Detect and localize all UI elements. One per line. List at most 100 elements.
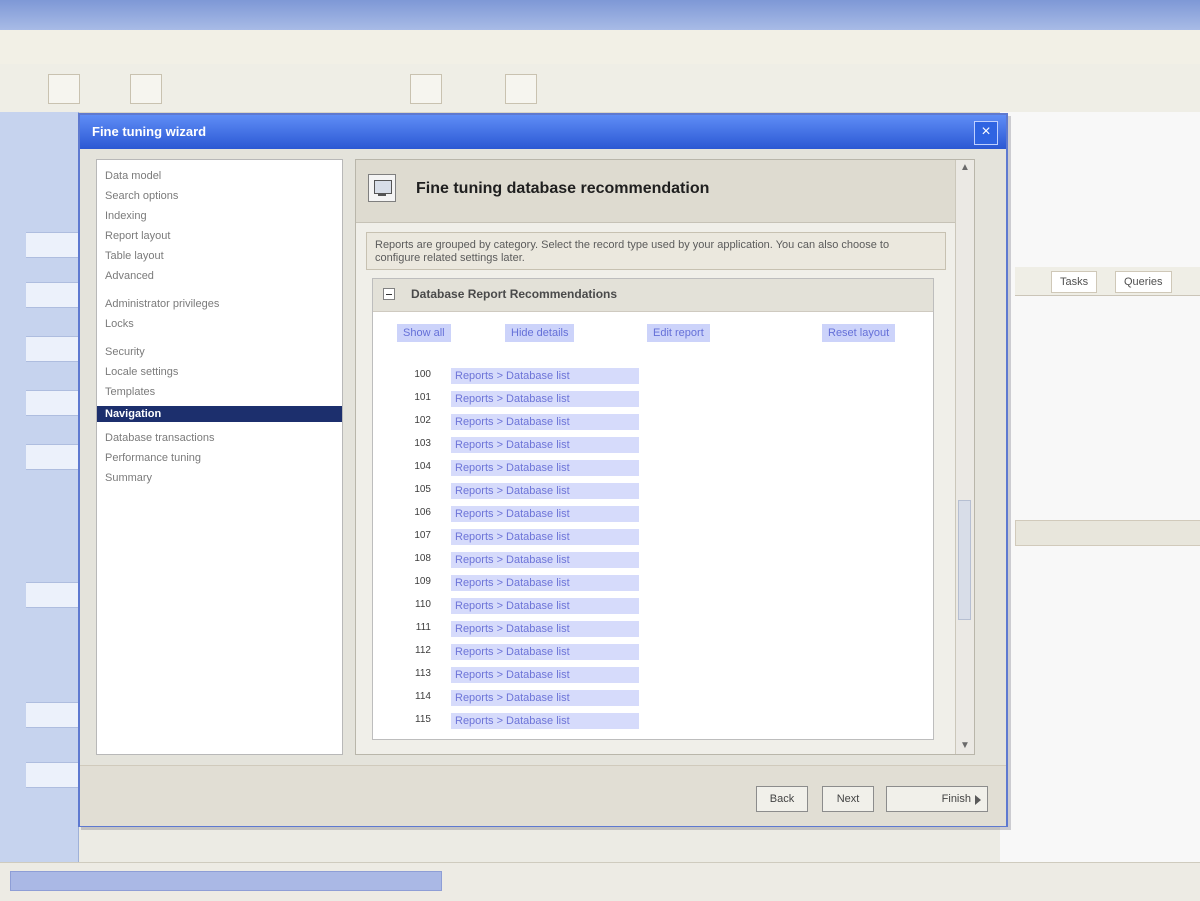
row-label: 115 xyxy=(415,714,431,725)
nav-item-admin-privileges[interactable]: Administrator privileges xyxy=(105,296,219,312)
list-item: 105 Reports > Database list xyxy=(391,482,691,502)
arrow-right-icon xyxy=(975,795,981,805)
vertical-scrollbar[interactable]: ▲ ▼ xyxy=(955,160,974,754)
toolbar-button-3[interactable] xyxy=(410,74,442,104)
description-box: Reports are grouped by category. Select … xyxy=(366,232,946,270)
row-link[interactable]: Reports > Database list xyxy=(451,506,639,522)
nav-item-locale-settings[interactable]: Locale settings xyxy=(105,364,178,380)
row-label: 113 xyxy=(415,668,431,679)
reset-layout-link[interactable]: Reset layout xyxy=(822,324,896,342)
list-item: 114 Reports > Database list xyxy=(391,689,691,709)
row-link[interactable]: Reports > Database list xyxy=(451,437,639,453)
row-label: 100 xyxy=(414,369,431,380)
row-link[interactable]: Reports > Database list xyxy=(451,483,639,499)
nav-item-database-transactions[interactable]: Database transactions xyxy=(105,430,214,446)
list-item: 102 Reports > Database list xyxy=(391,413,691,433)
left-pane-item[interactable] xyxy=(26,336,78,362)
wizard-content-pane: Fine tuning database recommendation Repo… xyxy=(355,159,975,755)
hide-details-link[interactable]: Hide details xyxy=(505,324,575,342)
back-button[interactable]: Back xyxy=(756,786,808,812)
row-link[interactable]: Reports > Database list xyxy=(451,621,639,637)
toolbar-button-2[interactable] xyxy=(130,74,162,104)
finish-button[interactable]: Finish xyxy=(886,786,988,812)
left-pane-item[interactable] xyxy=(26,702,78,728)
close-icon: × xyxy=(981,123,991,140)
list-item: 111 Reports > Database list xyxy=(391,620,691,640)
row-link[interactable]: Reports > Database list xyxy=(451,460,639,476)
row-label: 110 xyxy=(415,599,431,610)
dialog-title: Fine tuning wizard xyxy=(92,124,207,139)
left-pane-item[interactable] xyxy=(26,390,78,416)
edit-report-link[interactable]: Edit report xyxy=(647,324,710,342)
list-item: 107 Reports > Database list xyxy=(391,528,691,548)
content-header: Fine tuning database recommendation xyxy=(356,160,974,223)
background-statusbar xyxy=(0,862,1200,901)
row-link[interactable]: Reports > Database list xyxy=(451,713,639,729)
nav-item-locks[interactable]: Locks xyxy=(105,316,134,332)
row-link[interactable]: Reports > Database list xyxy=(451,598,639,614)
row-link[interactable]: Reports > Database list xyxy=(451,368,639,384)
list-item: 100 Reports > Database list xyxy=(391,367,691,387)
row-label: 112 xyxy=(415,645,431,656)
dialog-titlebar: Fine tuning wizard × xyxy=(80,115,1006,149)
nav-item-advanced[interactable]: Advanced xyxy=(105,268,154,284)
row-label: 103 xyxy=(414,438,431,449)
background-right-strip xyxy=(1015,520,1200,546)
list-item: 112 Reports > Database list xyxy=(391,643,691,663)
nav-item-indexing[interactable]: Indexing xyxy=(105,208,147,224)
finish-button-label: Finish xyxy=(941,793,971,805)
row-link[interactable]: Reports > Database list xyxy=(451,414,639,430)
row-label: 108 xyxy=(414,553,431,564)
row-label: 114 xyxy=(415,691,431,702)
nav-item-navigation[interactable]: Navigation xyxy=(97,406,342,422)
next-button[interactable]: Next xyxy=(822,786,874,812)
collapse-icon[interactable] xyxy=(383,288,395,300)
list-item: 109 Reports > Database list xyxy=(391,574,691,594)
monitor-icon xyxy=(368,174,396,202)
list-item: 103 Reports > Database list xyxy=(391,436,691,456)
nav-item-summary[interactable]: Summary xyxy=(105,470,152,486)
left-pane-item[interactable] xyxy=(26,444,78,470)
left-pane-item[interactable] xyxy=(26,582,78,608)
toolbar-button-4[interactable] xyxy=(505,74,537,104)
left-pane-item[interactable] xyxy=(26,282,78,308)
row-label: 104 xyxy=(414,461,431,472)
nav-item-report-layout[interactable]: Report layout xyxy=(105,228,170,244)
nav-item-performance-tuning[interactable]: Performance tuning xyxy=(105,450,201,466)
nav-item-table-layout[interactable]: Table layout xyxy=(105,248,164,264)
row-label: 101 xyxy=(414,392,431,403)
list-item: 104 Reports > Database list xyxy=(391,459,691,479)
background-window-titlebar xyxy=(0,0,1200,30)
row-link[interactable]: Reports > Database list xyxy=(451,529,639,545)
toolbar-button-1[interactable] xyxy=(48,74,80,104)
row-link[interactable]: Reports > Database list xyxy=(451,690,639,706)
fine-tuning-dialog: Fine tuning wizard × Data model Search o… xyxy=(78,113,1008,827)
row-link[interactable]: Reports > Database list xyxy=(451,575,639,591)
row-link[interactable]: Reports > Database list xyxy=(451,667,639,683)
scroll-down-icon[interactable]: ▼ xyxy=(956,738,974,754)
background-toolbar xyxy=(0,64,1200,113)
recommendations-panel: Database Report Recommendations Show all… xyxy=(372,278,934,740)
background-right-area xyxy=(1000,112,1200,862)
background-left-pane xyxy=(0,112,79,862)
left-pane-item[interactable] xyxy=(26,232,78,258)
close-button[interactable]: × xyxy=(974,121,998,145)
nav-item-security[interactable]: Security xyxy=(105,344,145,360)
row-link[interactable]: Reports > Database list xyxy=(451,552,639,568)
nav-item-data-model[interactable]: Data model xyxy=(105,168,161,184)
nav-item-templates[interactable]: Templates xyxy=(105,384,155,400)
page-title: Fine tuning database recommendation xyxy=(416,180,710,197)
recommendations-panel-header: Database Report Recommendations xyxy=(373,279,933,312)
nav-item-search-options[interactable]: Search options xyxy=(105,188,178,204)
scroll-up-icon[interactable]: ▲ xyxy=(956,160,974,176)
background-right-tabs: Tasks Queries xyxy=(1015,267,1200,296)
row-link[interactable]: Reports > Database list xyxy=(451,391,639,407)
row-link[interactable]: Reports > Database list xyxy=(451,644,639,660)
panel-title: Database Report Recommendations xyxy=(411,287,618,301)
background-tab[interactable]: Tasks xyxy=(1051,271,1098,293)
show-all-link[interactable]: Show all xyxy=(397,324,451,342)
background-tab[interactable]: Queries xyxy=(1115,271,1172,293)
left-pane-item[interactable] xyxy=(26,762,78,788)
statusbar-progress xyxy=(10,871,442,891)
scroll-thumb[interactable] xyxy=(958,500,971,620)
